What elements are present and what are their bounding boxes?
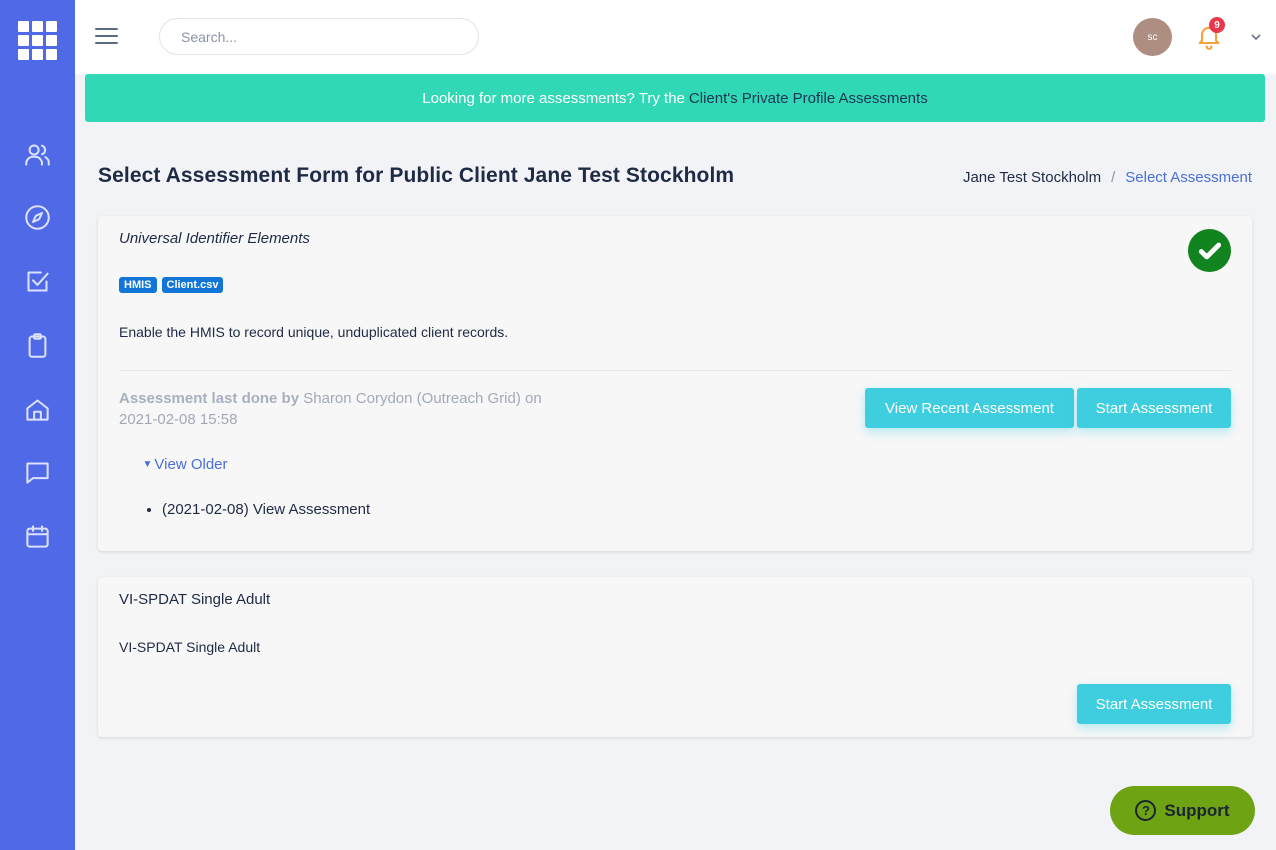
menu-icon[interactable] xyxy=(95,28,118,46)
notification-badge: 9 xyxy=(1209,17,1225,33)
breadcrumb-client[interactable]: Jane Test Stockholm xyxy=(963,169,1101,186)
chat-icon[interactable] xyxy=(24,459,51,486)
users-icon[interactable] xyxy=(24,141,51,168)
view-recent-assessment-button[interactable]: View Recent Assessment xyxy=(865,388,1074,428)
last-done-date: 2021-02-08 15:58 xyxy=(119,411,238,428)
top-bar: sc 9 xyxy=(75,0,1276,74)
start-assessment-button[interactable]: Start Assessment xyxy=(1077,388,1231,428)
view-older-label: View Older xyxy=(154,455,228,473)
breadcrumb-separator: / xyxy=(1111,169,1116,186)
avatar[interactable]: sc xyxy=(1133,18,1172,56)
info-banner: Looking for more assessments? Try the Cl… xyxy=(85,74,1265,122)
banner-text: Looking for more assessments? Try the xyxy=(422,89,685,107)
assessment-card-vi-spdat: VI-SPDAT Single Adult VI-SPDAT Single Ad… xyxy=(98,577,1252,737)
tag-hmis: HMIS xyxy=(119,277,157,293)
last-done-info: Assessment last done by Sharon Corydon (… xyxy=(119,388,599,430)
assessment-description: VI-SPDAT Single Adult xyxy=(119,639,261,655)
chevron-down-icon: ▼ xyxy=(142,458,153,470)
assessment-card-universal-identifier: Universal Identifier Elements HMIS Clien… xyxy=(98,216,1252,551)
tag-list: HMIS Client.csv xyxy=(119,277,224,293)
assessment-title: VI-SPDAT Single Adult xyxy=(119,591,271,608)
support-button[interactable]: ? Support xyxy=(1110,786,1255,835)
page-title: Select Assessment Form for Public Client… xyxy=(98,164,735,187)
last-done-by: Sharon Corydon (Outreach Grid) on xyxy=(303,390,542,407)
start-assessment-button[interactable]: Start Assessment xyxy=(1077,684,1231,724)
support-label: Support xyxy=(1164,800,1230,820)
home-icon[interactable] xyxy=(24,396,51,423)
assessment-title: Universal Identifier Elements xyxy=(119,230,310,247)
compass-icon[interactable] xyxy=(24,204,51,231)
apps-grid-icon[interactable] xyxy=(18,21,57,60)
chevron-down-icon[interactable] xyxy=(1250,30,1262,42)
sidebar xyxy=(0,0,75,850)
view-older-toggle[interactable]: ▼ View Older xyxy=(119,444,251,484)
calendar-icon[interactable] xyxy=(24,523,51,550)
breadcrumb-current: Select Assessment xyxy=(1125,169,1252,186)
private-profile-assessments-link[interactable]: Client's Private Profile Assessments xyxy=(689,90,928,107)
divider xyxy=(119,370,1231,371)
clipboard-icon[interactable] xyxy=(24,332,51,359)
search-input[interactable] xyxy=(159,18,479,55)
tag-client-csv: Client.csv xyxy=(161,277,224,293)
checkbox-icon[interactable] xyxy=(24,268,51,295)
last-done-label: Assessment last done by xyxy=(119,390,300,407)
check-circle-icon xyxy=(1188,229,1231,272)
list-item[interactable]: (2021-02-08) View Assessment xyxy=(162,501,370,518)
help-icon: ? xyxy=(1135,800,1157,821)
breadcrumb: Jane Test Stockholm / Select Assessment xyxy=(963,169,1252,186)
assessment-description: Enable the HMIS to record unique, undupl… xyxy=(119,324,509,340)
older-assessments-list: (2021-02-08) View Assessment xyxy=(144,501,370,518)
